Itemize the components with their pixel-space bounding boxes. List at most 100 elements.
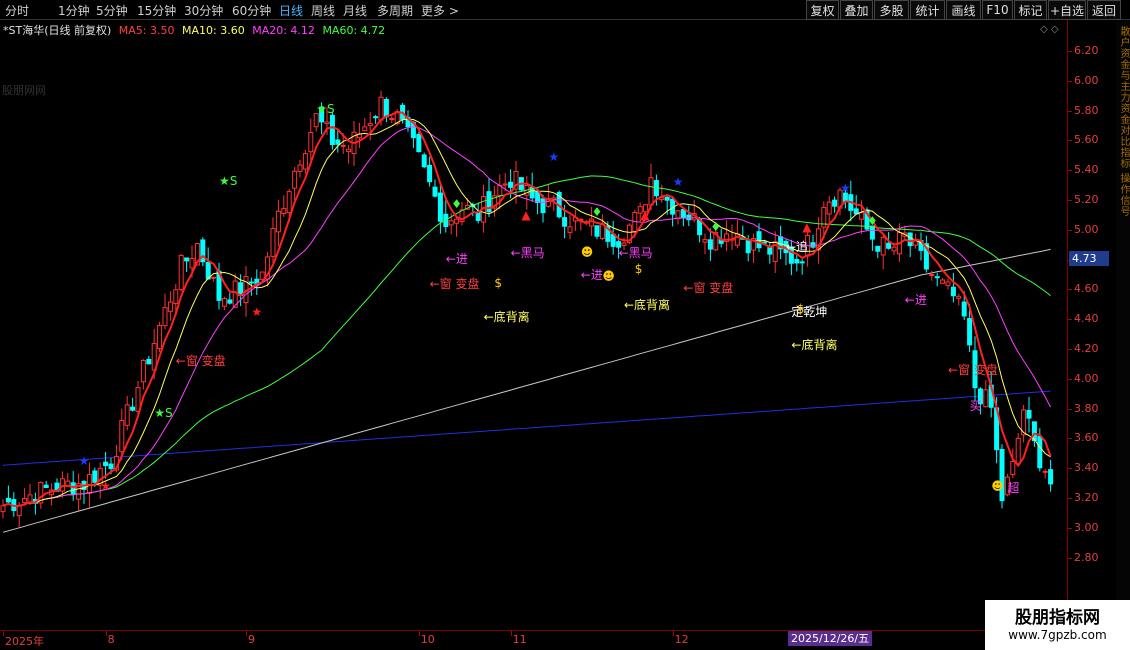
candle-body xyxy=(22,497,28,504)
candle-body xyxy=(189,257,195,269)
signal-annotation: ★ xyxy=(672,175,684,190)
candle xyxy=(232,273,238,308)
candle xyxy=(281,195,287,217)
candle xyxy=(81,480,87,504)
candle-body xyxy=(5,497,11,503)
candle xyxy=(940,277,946,284)
candle-body xyxy=(389,117,395,120)
date-tick-mark xyxy=(418,631,420,636)
site-watermark: 股朋指标网 www.7gpzb.com xyxy=(985,600,1130,650)
signal-annotation: ♦ xyxy=(591,204,603,219)
candle xyxy=(373,114,379,124)
candle xyxy=(335,129,341,153)
signal-annotation: ★ xyxy=(100,479,111,494)
candle-body xyxy=(454,218,460,224)
candle-body xyxy=(70,482,76,495)
candle xyxy=(1026,396,1032,433)
candle xyxy=(567,214,573,240)
candle xyxy=(902,225,908,241)
candle xyxy=(454,216,460,237)
candle xyxy=(799,259,805,275)
price-tick-label: 4.60 xyxy=(1074,282,1099,296)
candle xyxy=(356,122,362,148)
candle-body xyxy=(594,225,600,237)
candle xyxy=(221,296,227,311)
candle xyxy=(1015,433,1021,467)
price-tick-mark xyxy=(1068,50,1072,52)
ma10-value: MA10: 3.60 xyxy=(182,24,245,37)
candle xyxy=(772,231,778,274)
candle xyxy=(167,291,173,321)
signal-annotation: ←黑马 xyxy=(618,245,653,260)
signal-annotation: ♦ xyxy=(710,219,722,234)
candle-body xyxy=(427,164,433,183)
candle-body xyxy=(1010,460,1016,476)
price-tick-label: 3.40 xyxy=(1074,461,1099,475)
signal-annotation: $ xyxy=(796,301,805,316)
toolbar-button-8[interactable]: 返回 xyxy=(1087,0,1121,20)
candle xyxy=(934,272,940,287)
signal-annotation: ←进 xyxy=(580,267,603,282)
signal-annotation: ←进 xyxy=(904,293,927,308)
candle-body xyxy=(383,98,389,118)
price-axis: 2.80 3.00 3.20 3.40 3.60 3.80 4.00 4.20 4.40 4.60… xyxy=(1068,20,1116,630)
candle xyxy=(724,220,730,252)
price-tick-mark xyxy=(1068,348,1072,350)
signal-annotation: ←窗 变盘 xyxy=(683,281,734,296)
candle xyxy=(778,225,784,260)
candle xyxy=(945,278,951,290)
candle-body xyxy=(346,148,352,153)
candle-body xyxy=(562,217,568,227)
price-tick-mark xyxy=(1068,557,1072,559)
price-tick-label: 3.20 xyxy=(1074,491,1099,505)
candle-body xyxy=(275,210,281,233)
price-tick-mark xyxy=(1068,140,1072,142)
candle-body xyxy=(1042,470,1048,473)
signal-annotation: ☻ xyxy=(602,268,615,283)
price-tick-label: 6.00 xyxy=(1074,73,1099,87)
candle-body xyxy=(508,181,514,188)
candle xyxy=(292,166,298,201)
candle-body xyxy=(421,154,427,168)
candle-body xyxy=(983,389,989,408)
price-tick-label: 5.80 xyxy=(1074,103,1099,117)
chart-window-controls[interactable]: ◇ ◇ xyxy=(1040,24,1059,35)
watermark-url: www.7gpzb.com xyxy=(1008,628,1107,642)
signal-annotation: 超 xyxy=(1007,481,1020,496)
candle xyxy=(43,480,49,489)
candle-body xyxy=(956,295,962,299)
price-tick-mark xyxy=(1068,319,1072,321)
candle-body xyxy=(59,478,65,492)
candle-body xyxy=(799,261,805,264)
candle-body xyxy=(324,121,330,125)
candle xyxy=(1042,469,1048,479)
candle-body xyxy=(227,299,233,304)
candle xyxy=(907,232,913,258)
candle-body xyxy=(448,220,454,226)
price-tick-label: 3.00 xyxy=(1074,520,1099,534)
candle xyxy=(983,379,989,408)
candle-body xyxy=(648,177,654,206)
signal-annotation: ←窗 变盘 xyxy=(175,354,226,369)
date-tick-label: 2025年 xyxy=(5,635,44,648)
candle-body xyxy=(335,139,341,145)
candle-body xyxy=(292,170,298,189)
cursor-date-badge: 2025/12/26/五 xyxy=(788,631,873,646)
price-tick-label: 2.80 xyxy=(1074,550,1099,564)
candle-body xyxy=(248,281,254,284)
candle xyxy=(432,179,438,198)
ma-legend: *ST海华(日线 前复权) MA5: 3.50 MA10: 3.60 MA20:… xyxy=(3,22,389,38)
candle-body xyxy=(707,239,713,250)
signal-annotation: ←底背离 xyxy=(624,297,671,312)
candle-body xyxy=(211,276,217,279)
candle-body xyxy=(767,247,773,255)
candle xyxy=(686,205,692,227)
candle-body xyxy=(0,505,6,513)
price-tick-mark xyxy=(1068,110,1072,112)
candle xyxy=(302,149,308,174)
candle xyxy=(810,234,816,249)
candle-body xyxy=(934,276,940,279)
candle xyxy=(346,144,352,164)
signal-annotation: $ xyxy=(634,261,643,276)
ma250-line xyxy=(2,390,1051,466)
